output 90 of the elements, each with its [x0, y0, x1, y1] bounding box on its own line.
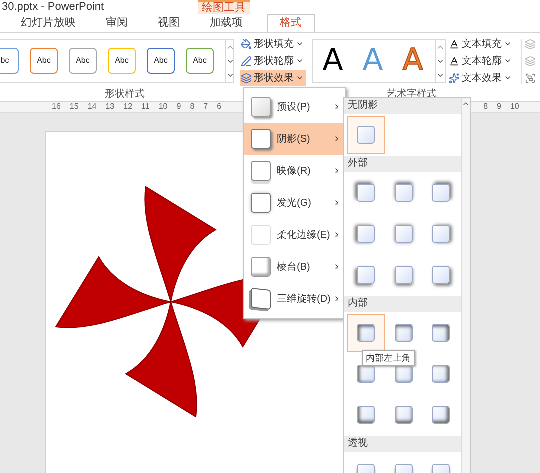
effect-preview-icon [251, 193, 271, 213]
tooltip: 内部左上角 [362, 350, 415, 366]
ribbon-tab[interactable]: 审阅 [100, 14, 134, 32]
ruler-number: 10 [510, 102, 520, 112]
caret-icon [296, 74, 304, 82]
command-icon [241, 72, 252, 84]
menu-item[interactable]: 发光(G) [244, 187, 345, 219]
section-header: 透视 [344, 436, 461, 452]
caret-icon [504, 40, 512, 48]
command-icon [241, 38, 252, 50]
text-format-icon [449, 38, 460, 50]
text-format-icon [449, 56, 460, 66]
group-label: 形状样式 [105, 89, 145, 101]
effect-preview-icon [251, 129, 271, 149]
arrange-icon[interactable] [525, 72, 536, 84]
shape-style-thumbnail[interactable]: Abc [69, 48, 97, 74]
ribbon-tab[interactable]: 幻灯片放映 [15, 14, 82, 32]
text-format-icon [449, 72, 460, 84]
bring-forward-icon[interactable] [525, 38, 536, 50]
section-header: 外部 [344, 156, 461, 172]
shape-style-thumbnail[interactable]: bc [0, 48, 19, 74]
text-command-button[interactable]: 文本填充 [449, 36, 517, 52]
shadow-preview-icon [394, 406, 413, 424]
section-header: 无阴影 [344, 98, 461, 114]
effect-preview-icon [251, 161, 271, 181]
ruler-number: 13 [106, 102, 115, 112]
ruler-number: 8 [484, 102, 488, 112]
shape-command-button[interactable]: 形状轮廓 [240, 53, 306, 69]
menu-item[interactable]: 预设(P) [244, 91, 345, 123]
ruler-number: 7 [204, 102, 208, 112]
shadow-preview-icon [357, 406, 375, 424]
shadow-preview-icon [357, 225, 375, 243]
shape-style-thumbnail[interactable]: Abc [186, 48, 214, 74]
shadow-preview-icon [357, 266, 375, 284]
shape-command-button[interactable]: 形状填充 [240, 36, 306, 52]
shadow-preset[interactable] [347, 314, 385, 352]
ribbon-tab[interactable]: 格式 [267, 14, 315, 32]
effect-preview-icon [251, 257, 271, 277]
menu-item[interactable]: 棱台(B) [244, 251, 345, 283]
shadow-preview-icon [357, 184, 375, 202]
ruler-number: 10 [158, 102, 168, 112]
shadow-preview-icon [432, 324, 450, 342]
ruler-number: 15 [70, 102, 79, 112]
shadow-preview-icon [394, 266, 413, 284]
text-command-button[interactable]: 文本轮廓 [449, 53, 517, 69]
ruler-number: 8 [190, 102, 195, 112]
scroll-up-icon[interactable] [462, 100, 470, 108]
ribbon-tab[interactable]: 视图 [152, 14, 186, 32]
effect-preview-icon [251, 97, 271, 117]
caret-icon [504, 74, 512, 82]
ruler-number: 9 [176, 102, 182, 112]
caret-icon [296, 57, 304, 65]
ruler-number: 12 [124, 102, 133, 112]
shadow-preview-icon [432, 266, 450, 284]
ruler-number: 11 [142, 102, 150, 112]
wordart-style[interactable]: A [313, 44, 353, 78]
shadow-preview-icon [394, 225, 413, 243]
shadow-preview-icon [394, 184, 413, 202]
menu-item[interactable]: 映像(R) [244, 155, 345, 187]
ruler-number: 14 [88, 102, 97, 112]
command-icon [241, 56, 252, 66]
caret-icon [504, 57, 512, 65]
context-tab-label: 绘图工具 [198, 0, 250, 14]
menu-item[interactable]: 阴影(S) [244, 123, 345, 155]
window-title: 30.pptx - PowerPoint [1, 0, 106, 14]
shape-style-thumbnail[interactable]: Abc [108, 48, 136, 74]
shadow-preview-icon [394, 324, 413, 342]
menu-item[interactable]: 柔化边缘(E) [244, 219, 345, 251]
ribbon-tab[interactable]: 加载项 [204, 14, 249, 32]
shadow-preview-icon [357, 126, 375, 144]
shadow-preview-icon [432, 365, 450, 383]
ruler-number: 6 [217, 102, 222, 112]
caret-icon [296, 40, 304, 48]
shape-command-button[interactable]: 形状效果 [240, 70, 306, 86]
shadow-preview-icon [357, 324, 375, 342]
ruler-number: 9 [497, 102, 502, 112]
shadow-preview-icon [432, 406, 450, 424]
shape-style-thumbnail[interactable]: Abc [147, 48, 175, 74]
ruler-number: 16 [52, 102, 61, 112]
effect-preview-icon [251, 225, 271, 245]
section-header: 内部 [344, 296, 461, 312]
send-backward-icon[interactable] [525, 56, 536, 66]
shadow-preview-icon [394, 365, 413, 383]
text-command-button[interactable]: 文本效果 [449, 70, 517, 86]
effect-preview-icon [251, 288, 271, 310]
shadow-preview-icon [357, 365, 375, 383]
menu-item[interactable]: 三维旋转(D) [244, 283, 345, 315]
shadow-preview-icon [432, 184, 450, 202]
shape-style-thumbnail[interactable]: Abc [30, 48, 58, 74]
shadow-preview-icon [432, 225, 450, 243]
